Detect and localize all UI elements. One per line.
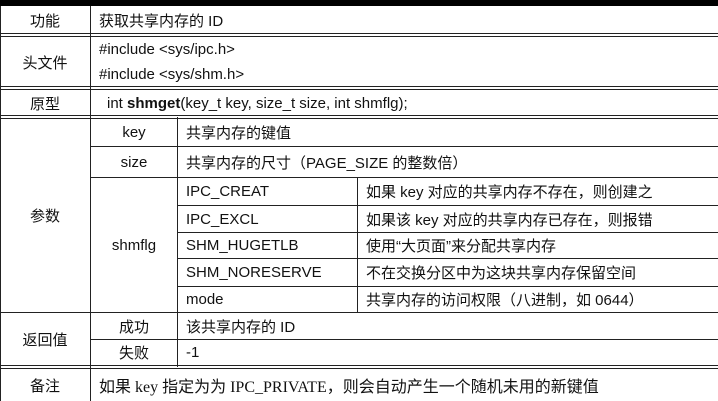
function-value: 获取共享内存的 ID (99, 12, 224, 30)
return-failure-label: 失败 (118, 345, 149, 362)
note-label: 备注 (29, 377, 60, 395)
return-label: 返回值 (22, 331, 68, 349)
flag-name: IPC_EXCL (186, 210, 259, 228)
prototype-prefix: int (107, 94, 128, 112)
header-label: 头文件 (22, 54, 68, 72)
param-key-desc: 共享内存的键值 (186, 125, 292, 142)
flag-desc: 如果 key 对应的共享内存不存在，则创建之 (366, 184, 653, 201)
function-name: shmget (127, 94, 181, 112)
flag-desc: 使用“大页面”来分配共享内存 (366, 238, 556, 255)
return-success-label: 成功 (118, 318, 149, 336)
param-shmflg-name: shmflg (111, 236, 157, 254)
include-shm: #include <sys/shm.h> (99, 66, 245, 83)
return-failure-value: -1 (186, 344, 200, 361)
flag-name: IPC_CREAT (186, 183, 270, 200)
flag-desc: 不在交换分区中为这块共享内存保留空间 (366, 265, 637, 282)
note-value: 如果 key 指定为为 IPC_PRIVATE，则会自动产生一个随机未用的新键值 (99, 379, 599, 396)
flag-name: SHM_NORESERVE (186, 264, 322, 281)
flag-name: mode (186, 291, 224, 308)
param-size-desc: 共享内存的尺寸（PAGE_SIZE 的整数倍） (186, 154, 468, 172)
prototype-value: int shmget (key_t key, size_t size, int s… (107, 90, 707, 116)
prototype-args: (key_t key, size_t size, int shmflg); (180, 94, 408, 112)
return-success-value: 该共享内存的 ID (186, 318, 296, 336)
params-label: 参数 (29, 208, 60, 225)
param-size-name: size (120, 153, 148, 171)
include-ipc: #include <sys/ipc.h> (99, 41, 235, 58)
flag-desc: 如果该 key 对应的共享内存已存在，则报错 (366, 211, 653, 229)
flag-name: SHM_HUGETLB (186, 237, 299, 254)
function-label: 功能 (29, 12, 60, 30)
prototype-label: 原型 (29, 95, 60, 113)
param-key-name: key (122, 124, 146, 141)
flag-desc: 共享内存的访问权限（八进制，如 0644） (366, 292, 644, 309)
